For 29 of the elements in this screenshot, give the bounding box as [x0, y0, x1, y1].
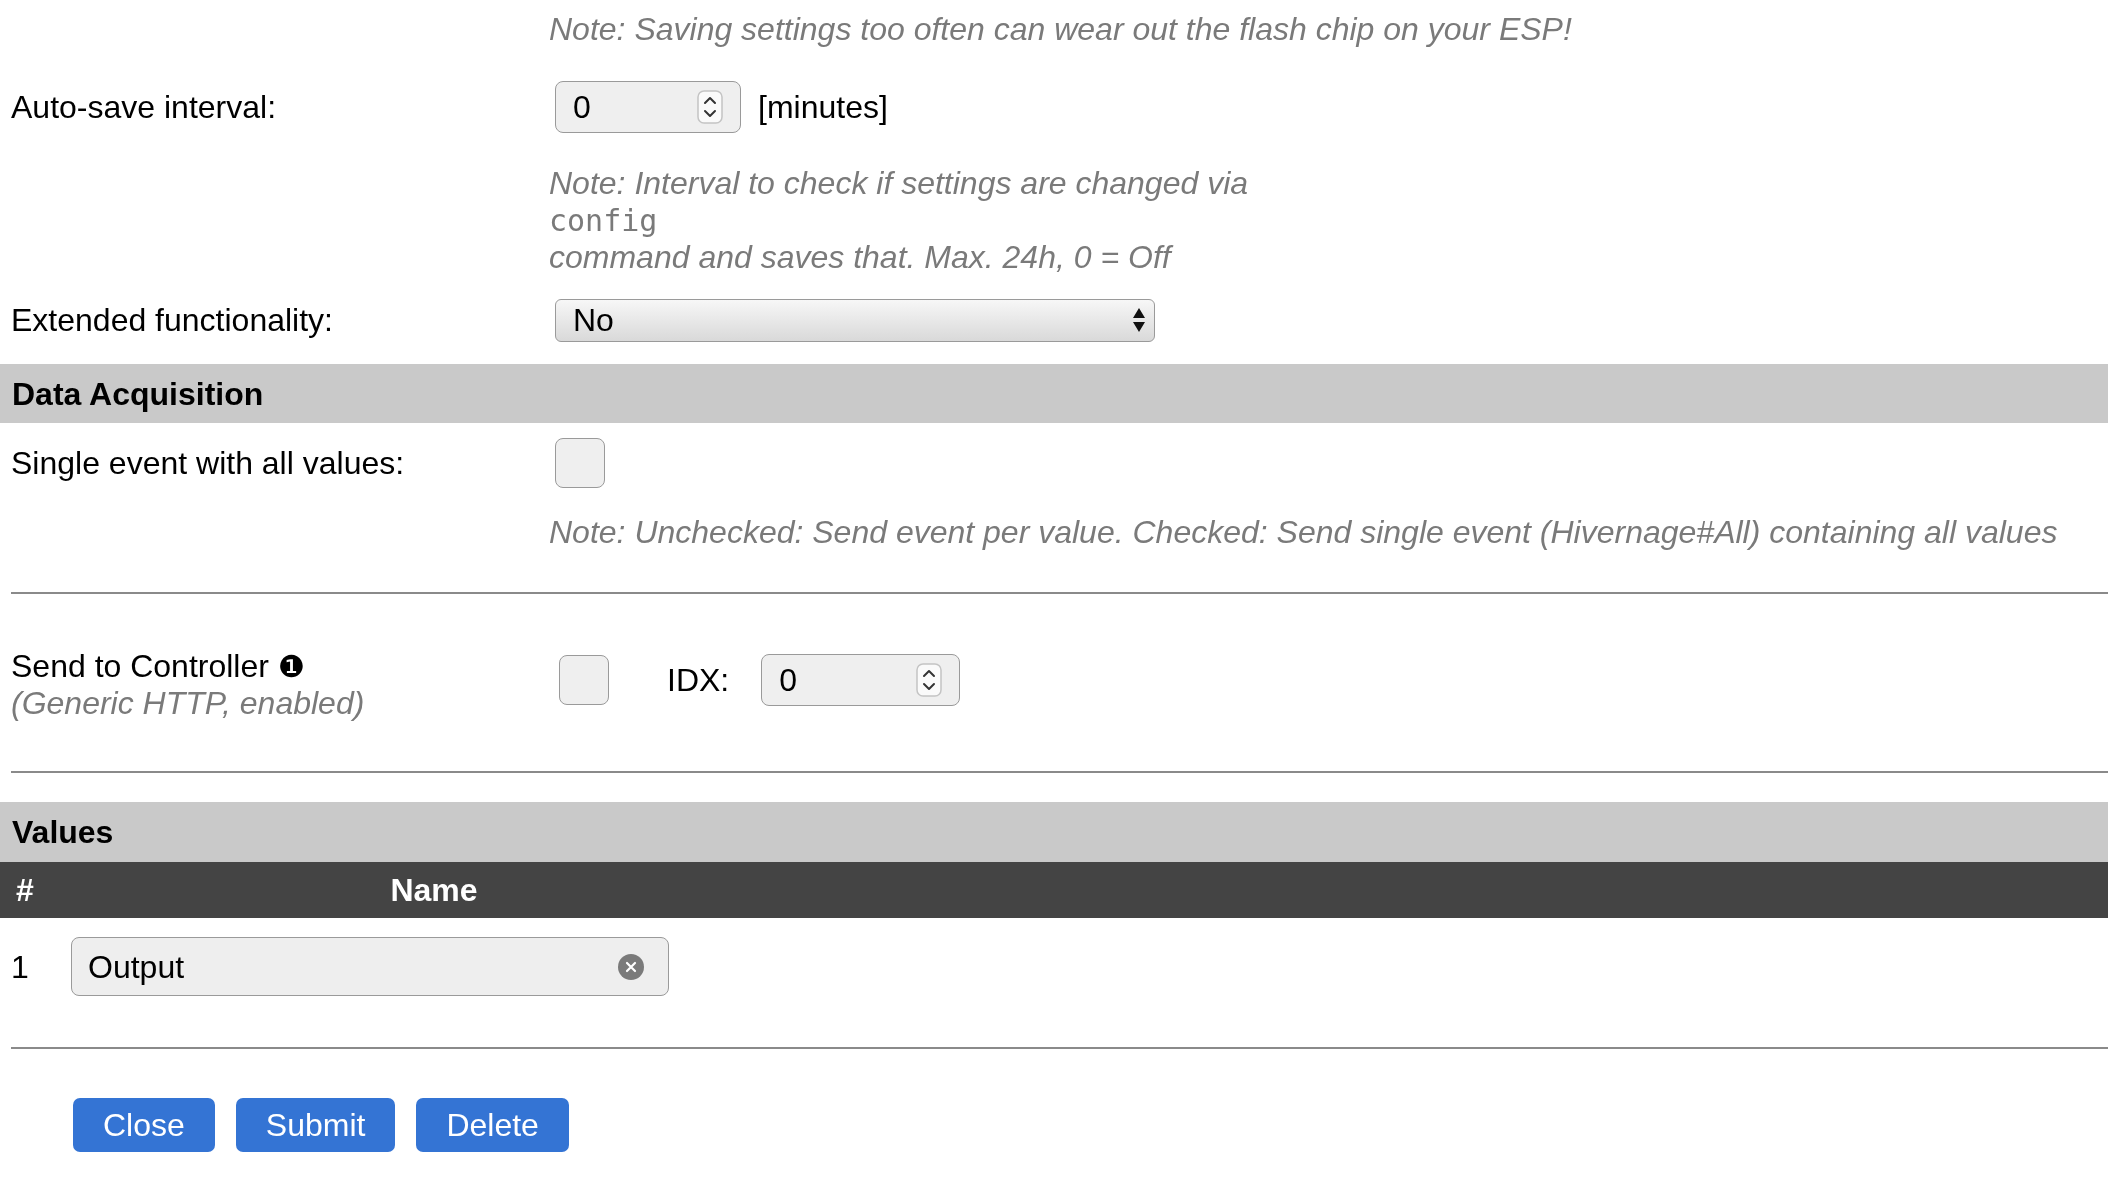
idx-label: IDX:: [667, 661, 730, 700]
form-button[interactable]: Delete: [416, 1098, 569, 1152]
field-label: Extended functionality:: [11, 302, 333, 338]
field-label: Single event with all values:: [11, 445, 405, 481]
info-icon[interactable]: ❶: [277, 651, 305, 682]
select-dropdown[interactable]: No: [555, 298, 1155, 342]
note-text: Note: Saving settings too often can wear out the flash chip on your ESP!: [549, 11, 1573, 48]
spinner-icon[interactable]: [916, 663, 943, 697]
unit-label: [minutes]: [758, 87, 888, 127]
controller-subtitle: (Generic HTTP, enabled): [11, 685, 365, 721]
idx-input[interactable]: 0: [761, 654, 961, 706]
field-label: Send to Controller: [11, 648, 269, 685]
spinner-icon[interactable]: [697, 89, 723, 124]
section-header: Values: [0, 802, 2108, 862]
note-text: Note: Interval to check if settings are changed via config command and saves that. Max. 24h, 0 = Off: [549, 165, 1250, 276]
row-number: 1: [11, 947, 29, 987]
number-input[interactable]: 0: [555, 80, 741, 133]
column-header: Name: [390, 872, 478, 908]
note-text: Note: Unchecked: Send event per value. Checked: Send single event (Hivernage#All) containing all values: [549, 514, 2059, 551]
updown-arrows-icon: [1132, 307, 1146, 333]
field-label: Auto-save interval:: [11, 88, 276, 125]
form-button[interactable]: Submit: [235, 1098, 396, 1152]
column-header: #: [16, 872, 34, 908]
name-input[interactable]: Output: [71, 937, 669, 996]
checkbox[interactable]: [555, 438, 605, 488]
clear-icon[interactable]: [618, 953, 644, 980]
section-header: Data Acquisition: [0, 364, 2108, 423]
form-button[interactable]: Close: [73, 1098, 215, 1152]
checkbox[interactable]: [559, 655, 609, 705]
